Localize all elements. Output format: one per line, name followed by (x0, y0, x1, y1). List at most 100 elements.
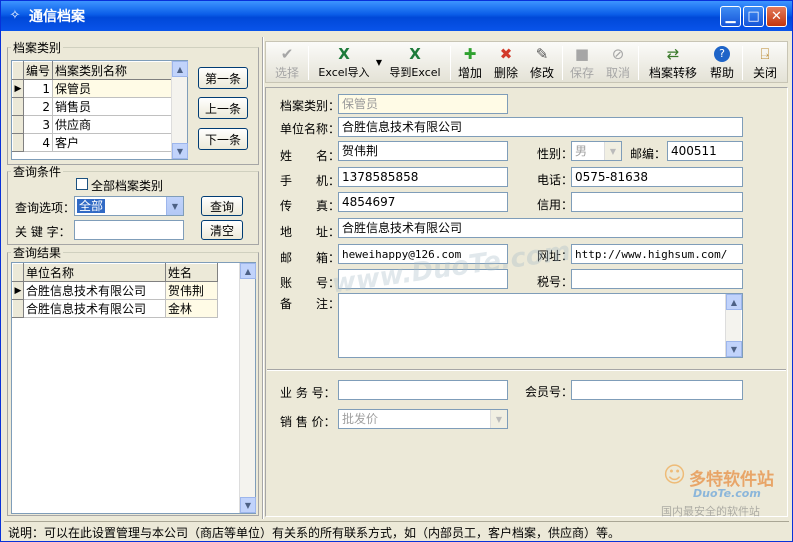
row-indicator (12, 299, 24, 318)
export-excel-button[interactable]: X 导到Excel (384, 44, 446, 82)
cell-category[interactable]: 保管员 (52, 79, 172, 98)
col-header-company[interactable]: 单位名称 (23, 263, 166, 282)
cell-category[interactable]: 供应商 (52, 115, 172, 134)
delete-button[interactable]: ✖ 删除 (490, 44, 522, 82)
business-no-label: 业 务 号： (280, 386, 336, 400)
query-option-select[interactable]: 全部 ▼ (74, 196, 184, 216)
cell-no[interactable]: 3 (22, 115, 54, 134)
website-input[interactable]: http://www.highsum.com/ (571, 244, 743, 264)
maximize-button[interactable]: □ (743, 5, 764, 27)
minimize-button[interactable]: ▁ (720, 5, 741, 27)
toolbar-separator (742, 46, 743, 80)
table-row[interactable]: 合胜信息技术有限公司 金林 (12, 299, 218, 318)
transfer-button[interactable]: ⇄ 档案转移 (644, 44, 702, 82)
scroll-up-icon[interactable]: ▲ (172, 61, 188, 77)
note-label: 备 注： (280, 297, 341, 311)
main-window: ✧ 通信档案 ▁ □ ✕ 档案类别 编号 档案类别名称 ▶ 1 保管员 2 销售… (0, 0, 793, 542)
row-indicator (12, 97, 24, 116)
company-input[interactable]: 合胜信息技术有限公司 (338, 117, 743, 137)
tax-input[interactable] (571, 269, 743, 289)
excel-import-label: Excel导入 (318, 66, 370, 79)
mobile-input[interactable]: 1378585858 (338, 167, 508, 187)
help-button[interactable]: ? 帮助 (706, 44, 738, 82)
title-bar[interactable]: ✧ 通信档案 ▁ □ ✕ (1, 1, 792, 31)
close-button[interactable]: ⍈ 关闭 (748, 44, 782, 82)
query-option-label: 查询选项： (15, 201, 76, 215)
close-window-button[interactable]: ✕ (766, 5, 787, 27)
cell-name[interactable]: 金林 (165, 299, 218, 318)
panel-splitter[interactable] (262, 37, 264, 519)
next-record-button[interactable]: 下一条 (198, 128, 248, 150)
fax-input[interactable]: 4854697 (338, 192, 508, 212)
select-button[interactable]: ✔ 选择 (270, 44, 304, 82)
chevron-down-icon[interactable]: ▼ (490, 410, 507, 428)
transfer-label: 档案转移 (648, 66, 697, 80)
chevron-down-icon[interactable]: ▼ (604, 142, 621, 160)
cell-name[interactable]: 贺伟荆 (165, 281, 218, 300)
cell-no[interactable]: 1 (22, 79, 54, 98)
business-no-input[interactable] (338, 380, 508, 400)
category-scrollbar[interactable]: ▲ ▼ (171, 61, 188, 159)
scroll-down-icon[interactable]: ▼ (726, 341, 742, 357)
chevron-down-icon[interactable]: ▼ (166, 197, 183, 215)
name-input[interactable]: 贺伟荆 (338, 141, 508, 161)
note-scrollbar[interactable]: ▲ ▼ (725, 294, 742, 357)
table-row[interactable]: ▶ 合胜信息技术有限公司 贺伟荆 (12, 281, 218, 300)
member-no-label: 会员号： (525, 385, 574, 399)
results-scrollbar[interactable]: ▲ ▼ (239, 263, 256, 513)
excel-import-dropdown[interactable]: ▼ (374, 44, 384, 82)
price-select[interactable]: 批发价 ▼ (338, 409, 508, 429)
scroll-up-icon[interactable]: ▲ (726, 294, 742, 310)
category-grid[interactable]: 编号 档案类别名称 ▶ 1 保管员 2 销售员 3 供应商 4 客户 ▲ ▼ (11, 60, 188, 160)
prev-record-button[interactable]: 上一条 (198, 97, 248, 119)
scroll-down-icon[interactable]: ▼ (240, 497, 256, 513)
cancel-button[interactable]: ⊘ 取消 (602, 44, 634, 82)
col-header-name[interactable]: 姓名 (165, 263, 218, 282)
cell-category[interactable]: 客户 (52, 133, 172, 152)
col-header-category[interactable]: 档案类别名称 (52, 61, 172, 80)
query-option-value: 全部 (77, 199, 106, 213)
col-header-no[interactable]: 编号 (22, 61, 54, 80)
credit-input[interactable] (571, 192, 743, 212)
postcode-input[interactable]: 400511 (667, 141, 743, 161)
table-row[interactable]: ▶ 1 保管员 (12, 79, 172, 98)
transfer-doc-icon: ⇄ (666, 45, 680, 63)
cell-no[interactable]: 4 (22, 133, 54, 152)
mobile-label: 手 机： (280, 174, 341, 188)
address-label: 地 址： (280, 225, 341, 239)
exit-door-icon: ⍈ (760, 45, 770, 63)
cell-company[interactable]: 合胜信息技术有限公司 (23, 281, 166, 300)
delete-label: 删除 (493, 66, 518, 80)
phone-input[interactable]: 0575-81638 (571, 167, 743, 187)
category-field[interactable]: 保管员 (338, 94, 508, 114)
row-indicator (12, 115, 24, 134)
save-button[interactable]: ■ 保存 (566, 44, 598, 82)
gender-select[interactable]: 男 ▼ (571, 141, 622, 161)
member-no-input[interactable] (571, 380, 743, 400)
scroll-down-icon[interactable]: ▼ (172, 143, 188, 159)
excel-import-button[interactable]: X Excel导入 (312, 44, 376, 82)
keyword-input[interactable] (74, 220, 184, 240)
tax-label: 税号： (537, 275, 574, 289)
table-row[interactable]: 4 客户 (12, 133, 172, 152)
email-label: 邮 箱： (280, 251, 341, 265)
results-grid[interactable]: 单位名称 姓名 ▶ 合胜信息技术有限公司 贺伟荆 合胜信息技术有限公司 金林 ▲… (11, 262, 256, 514)
all-categories-checkbox[interactable] (76, 178, 88, 190)
note-textarea[interactable] (338, 293, 743, 358)
address-input[interactable]: 合胜信息技术有限公司 (338, 218, 743, 238)
cell-no[interactable]: 2 (22, 97, 54, 116)
clear-button[interactable]: 清空 (201, 220, 243, 240)
cell-company[interactable]: 合胜信息技术有限公司 (23, 299, 166, 318)
search-button[interactable]: 查询 (201, 196, 243, 216)
add-button[interactable]: ✚ 增加 (454, 44, 486, 82)
export-excel-label: 导到Excel (389, 66, 441, 79)
table-row[interactable]: 3 供应商 (12, 115, 172, 134)
select-label: 选择 (274, 66, 299, 80)
row-indicator (12, 133, 24, 152)
table-row[interactable]: 2 销售员 (12, 97, 172, 116)
toolbar-separator (562, 46, 563, 80)
first-record-button[interactable]: 第一条 (198, 67, 248, 89)
cell-category[interactable]: 销售员 (52, 97, 172, 116)
scroll-up-icon[interactable]: ▲ (240, 263, 256, 279)
edit-button[interactable]: ✎ 修改 (526, 44, 558, 82)
